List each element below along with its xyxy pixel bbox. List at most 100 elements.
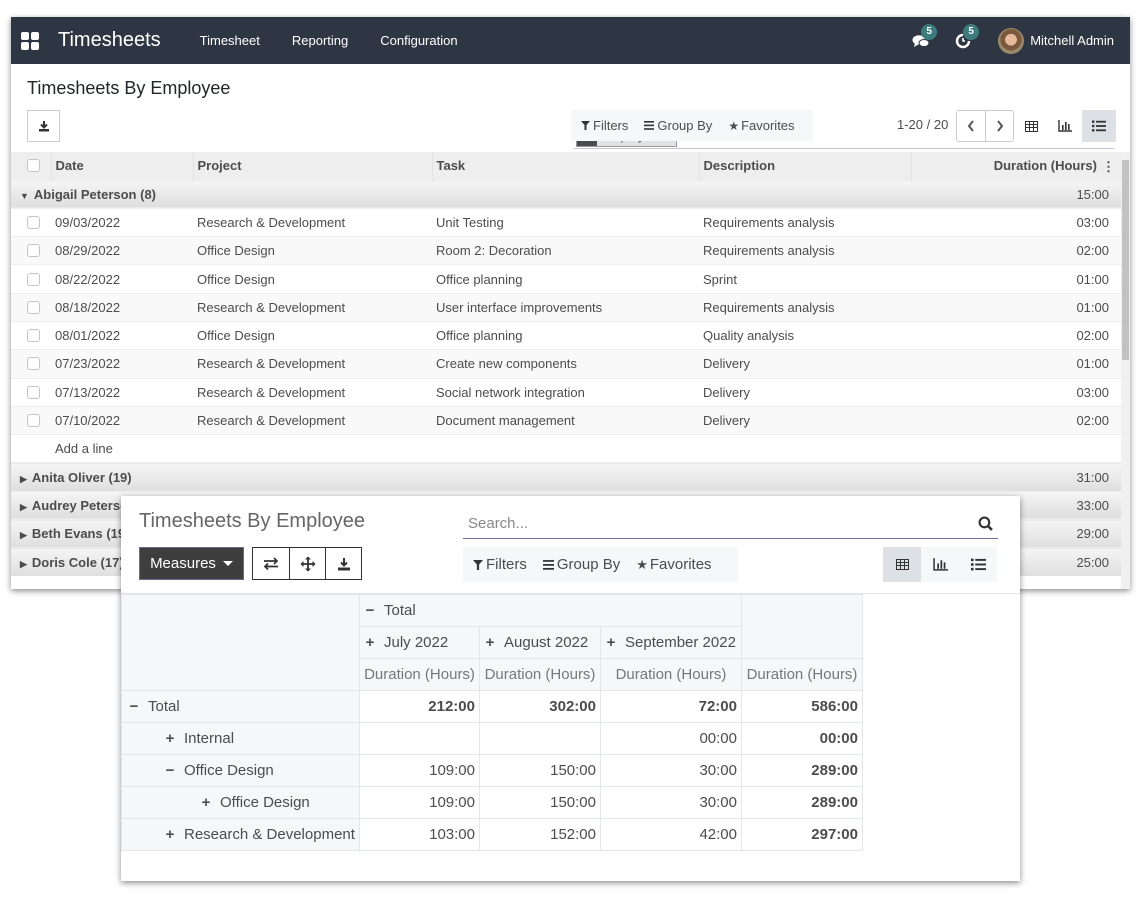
pivot-cell[interactable]: 150:00	[479, 786, 601, 819]
pivot-group-by-button[interactable]: Group By	[533, 556, 626, 573]
pager-value[interactable]: 1-20 / 20	[897, 117, 948, 132]
col-header-month[interactable]: + September 2022	[600, 626, 742, 659]
optional-columns-icon[interactable]: ⋮	[1102, 159, 1115, 175]
pivot-row-total[interactable]: 586:00	[741, 690, 863, 723]
row-select-cell[interactable]	[11, 405, 51, 435]
table-row[interactable]: 07/13/2022 Research & Development Social n…	[11, 377, 1121, 407]
activities-clock-icon[interactable]: 5	[953, 23, 980, 51]
pivot-favorites-button[interactable]: ★ Favorites	[626, 556, 717, 573]
pivot-row-total[interactable]: 289:00	[741, 786, 863, 819]
row-header[interactable]: − Office Design	[121, 754, 360, 787]
export-button[interactable]	[27, 110, 60, 142]
pager-next-button[interactable]	[985, 111, 1013, 141]
menu-configuration[interactable]: Configuration	[364, 33, 473, 48]
group-row[interactable]: ▶ Anita Oliver (19) 31:00	[11, 462, 1121, 492]
pivot-row-total[interactable]: 289:00	[741, 754, 863, 787]
row-select-cell[interactable]	[11, 236, 51, 265]
pivot-cell[interactable]: 150:00	[479, 754, 601, 787]
user-name[interactable]: Mitchell Admin	[1030, 33, 1114, 48]
row-checkbox[interactable]	[27, 215, 40, 229]
select-all-checkbox[interactable]	[27, 159, 40, 173]
expand-icon[interactable]: +	[605, 634, 617, 651]
pivot-cell[interactable]: 109:00	[359, 786, 480, 819]
group-name-cell[interactable]: ▶ Anita Oliver (19)	[11, 462, 911, 492]
filters-button[interactable]: Filters	[571, 118, 634, 133]
row-header[interactable]: + Office Design	[121, 786, 360, 819]
expand-all-button[interactable]	[289, 548, 325, 579]
graph-view-button[interactable]	[921, 547, 959, 582]
collapse-icon[interactable]: −	[164, 762, 176, 779]
pivot-cell[interactable]: 109:00	[359, 754, 480, 787]
row-select-cell[interactable]	[11, 377, 51, 407]
pivot-cell[interactable]: 30:00	[600, 786, 742, 819]
row-header[interactable]: + Research & Development	[121, 818, 360, 851]
table-row[interactable]: 07/10/2022 Research & Development Document…	[11, 405, 1121, 435]
pivot-cell[interactable]: 152:00	[479, 818, 601, 851]
group-by-button[interactable]: Group By	[634, 118, 718, 133]
download-xlsx-button[interactable]	[325, 548, 361, 579]
table-row[interactable]: 08/29/2022 Office Design Room 2: Decoratio…	[11, 236, 1121, 265]
user-avatar[interactable]	[998, 27, 1025, 54]
column-header-date[interactable]: Date	[50, 152, 193, 180]
expand-icon[interactable]: +	[484, 634, 496, 651]
measures-dropdown-button[interactable]: Measures	[139, 547, 244, 580]
flip-axis-button[interactable]	[253, 548, 289, 579]
expand-icon[interactable]: +	[364, 634, 376, 651]
row-checkbox[interactable]	[27, 414, 40, 428]
pivot-cell[interactable]: 30:00	[600, 754, 742, 787]
add-line-link[interactable]: Add a line	[51, 434, 1121, 463]
column-header-duration[interactable]: Duration (Hours) ⋮	[910, 152, 1121, 180]
row-checkbox[interactable]	[27, 329, 40, 343]
pivot-cell[interactable]: 302:00	[479, 690, 601, 723]
app-brand[interactable]: Timesheets	[58, 29, 161, 52]
col-header-month[interactable]: + August 2022	[479, 626, 601, 659]
measure-header[interactable]: Duration (Hours)	[359, 658, 480, 691]
row-checkbox[interactable]	[27, 300, 40, 314]
group-row[interactable]: ▼ Abigail Peterson (8) 15:00	[11, 179, 1121, 209]
select-all-header[interactable]	[11, 152, 51, 180]
collapse-icon[interactable]: −	[364, 602, 376, 619]
list-view-button[interactable]	[959, 547, 997, 582]
col-header-month[interactable]: + July 2022	[359, 626, 480, 659]
expand-icon[interactable]: +	[200, 794, 212, 811]
menu-timesheet[interactable]: Timesheet	[184, 33, 276, 48]
col-header-total[interactable]: − Total	[359, 594, 742, 627]
row-select-cell[interactable]	[11, 292, 51, 322]
column-header-task[interactable]: Task	[431, 152, 699, 180]
pivot-row-total[interactable]: 297:00	[741, 818, 863, 851]
list-scrollbar[interactable]	[1121, 152, 1130, 589]
row-checkbox[interactable]	[27, 244, 40, 258]
row-header[interactable]: + Internal	[121, 722, 360, 755]
pivot-cell[interactable]: 72:00	[600, 690, 742, 723]
table-row[interactable]: 09/03/2022 Research & Development Unit Tes…	[11, 207, 1121, 237]
favorites-button[interactable]: ★ Favorites	[718, 118, 800, 133]
apps-menu-icon[interactable]	[21, 31, 39, 50]
measure-header[interactable]: Duration (Hours)	[600, 658, 742, 691]
pivot-view-button[interactable]	[883, 547, 921, 582]
pivot-cell[interactable]: 42:00	[600, 818, 742, 851]
table-row[interactable]: 08/18/2022 Research & Development User int…	[11, 292, 1121, 322]
collapse-icon[interactable]: −	[128, 698, 140, 715]
pivot-cell[interactable]	[359, 722, 480, 755]
pivot-filters-button[interactable]: Filters	[463, 556, 533, 573]
table-row[interactable]: 07/23/2022 Research & Development Create n…	[11, 349, 1121, 379]
pivot-search-icon[interactable]	[972, 516, 998, 531]
row-select-cell[interactable]	[11, 349, 51, 379]
row-checkbox[interactable]	[27, 357, 40, 371]
pivot-cell[interactable]: 212:00	[359, 690, 480, 723]
column-header-description[interactable]: Description	[698, 152, 911, 180]
list-view-button[interactable]	[1082, 110, 1116, 142]
row-select-cell[interactable]	[11, 207, 51, 237]
pivot-cell[interactable]	[479, 722, 601, 755]
pivot-view-button[interactable]	[1014, 110, 1048, 142]
graph-view-button[interactable]	[1048, 110, 1082, 142]
expand-icon[interactable]: +	[164, 826, 176, 843]
pivot-search-input[interactable]	[463, 514, 972, 533]
group-name-cell[interactable]: ▼ Abigail Peterson (8)	[11, 179, 911, 209]
pager-previous-button[interactable]	[957, 111, 985, 141]
menu-reporting[interactable]: Reporting	[276, 33, 364, 48]
scrollbar-thumb[interactable]	[1122, 160, 1129, 360]
pivot-cell[interactable]: 103:00	[359, 818, 480, 851]
pivot-cell[interactable]: 00:00	[600, 722, 742, 755]
row-select-cell[interactable]	[11, 320, 51, 350]
